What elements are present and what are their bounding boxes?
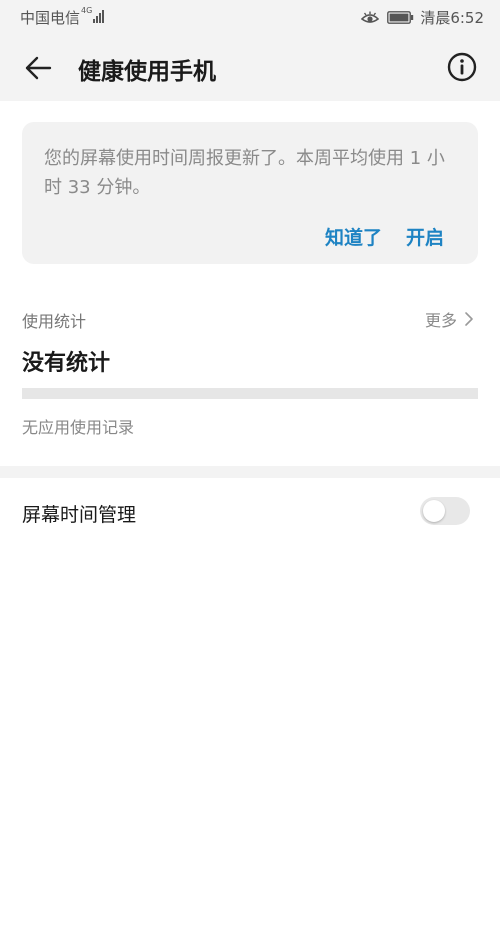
status-bar: 中国电信 4G 清晨6:52 [0,0,500,34]
status-left: 中国电信 4G [20,6,105,28]
no-records-text: 无应用使用记录 [22,418,135,437]
weekly-report-text: 您的屏幕使用时间周报更新了。本周平均使用 1 小时 33 分钟。 [44,148,445,198]
carrier-name: 中国电信 [20,9,81,27]
info-circle-icon [447,52,477,82]
section-divider [0,466,500,478]
screen-time-label: 屏幕时间管理 [22,504,137,526]
header: 健康使用手机 [0,34,500,101]
dismiss-button[interactable]: 知道了 [325,223,382,250]
usage-bar [22,388,478,399]
battery-icon [387,11,414,24]
back-button[interactable] [18,50,58,86]
screen-time-toggle[interactable] [420,497,470,525]
eye-comfort-icon [361,11,380,23]
network-type: 4G [81,6,93,15]
enable-button[interactable]: 开启 [406,223,444,250]
usage-section-label: 使用统计 [22,312,87,331]
status-time: 清晨6:52 [420,9,484,27]
status-right: 清晨6:52 [361,7,484,28]
screen-time-row[interactable]: 屏幕时间管理 [0,478,500,544]
more-label: 更多 [424,311,457,330]
arrow-left-icon [25,56,52,80]
weekly-report-card: 您的屏幕使用时间周报更新了。本周平均使用 1 小时 33 分钟。 知道了 开启 [22,122,478,264]
chevron-right-icon [465,312,473,326]
info-button[interactable] [446,51,478,83]
page-title: 健康使用手机 [78,59,216,85]
toggle-knob [423,500,445,522]
signal-icon [93,9,105,23]
more-link[interactable]: 更多 [425,307,474,331]
usage-headline: 没有统计 [22,351,111,376]
card-actions: 知道了 开启 [301,223,444,250]
